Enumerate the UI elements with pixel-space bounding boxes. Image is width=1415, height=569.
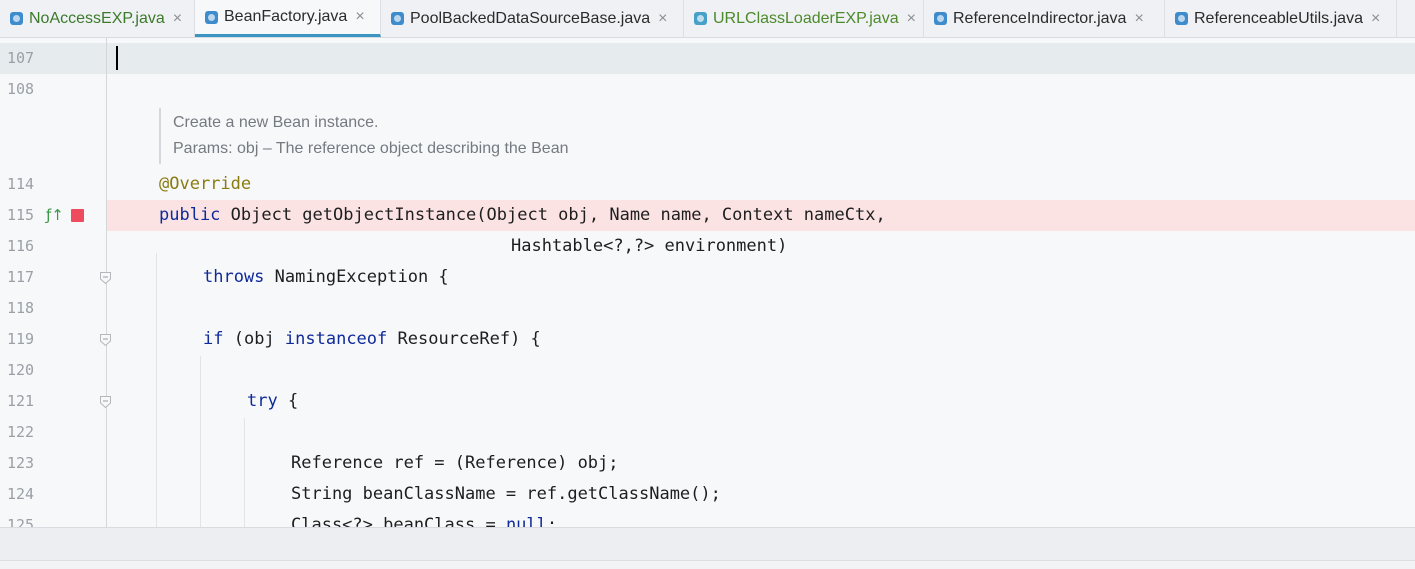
- annotation-override: @Override: [159, 174, 252, 194]
- code-line-117[interactable]: 117 throws NamingException {: [0, 262, 1415, 293]
- code-text: (obj: [223, 329, 285, 349]
- code-line-120[interactable]: 120: [0, 355, 1415, 386]
- line-number: 125: [7, 516, 35, 527]
- java-class-icon: [1175, 12, 1188, 25]
- code-line-116[interactable]: 116 Hashtable<?,?> environment): [0, 231, 1415, 262]
- close-icon[interactable]: ×: [907, 10, 916, 28]
- line-number: 108: [7, 80, 35, 98]
- tab-label: PoolBackedDataSourceBase.java: [410, 9, 651, 27]
- code-text: ResourceRef) {: [387, 329, 541, 349]
- code-line-123[interactable]: 123 Reference ref = (Reference) obj;: [0, 448, 1415, 479]
- tab-poolbackeddatasourcebase[interactable]: PoolBackedDataSourceBase.java ×: [381, 0, 684, 37]
- tab-label: BeanFactory.java: [224, 8, 348, 25]
- throws-clause: throws NamingException {: [203, 262, 449, 293]
- tab-urlclassloaderexp[interactable]: URLClassLoaderEXP.java ×: [684, 0, 924, 37]
- tab-label: ReferenceableUtils.java: [1194, 9, 1363, 27]
- fold-icon[interactable]: [100, 396, 111, 408]
- keyword: null: [505, 515, 547, 527]
- keyword: instanceof: [284, 329, 388, 349]
- status-bar: [0, 560, 1415, 569]
- code-line-124[interactable]: 124 String beanClassName = ref.getClassN…: [0, 479, 1415, 510]
- tab-label: ReferenceIndirector.java: [953, 9, 1127, 27]
- tab-referenceindirector[interactable]: ReferenceIndirector.java ×: [924, 0, 1165, 37]
- tab-referenceableutils[interactable]: ReferenceableUtils.java ×: [1165, 0, 1397, 37]
- code-line-114[interactable]: 114 @Override: [0, 169, 1415, 200]
- tab-label: NoAccessEXP.java: [29, 9, 165, 27]
- close-icon[interactable]: ×: [355, 8, 364, 26]
- code-line-119[interactable]: 119 if (obj instanceof ResourceRef) {: [0, 324, 1415, 355]
- line-number: 123: [7, 454, 35, 472]
- text-caret: [116, 46, 118, 70]
- doc-comment-params: Params: obj – The reference object descr…: [173, 140, 569, 157]
- code-line-108[interactable]: 108: [0, 74, 1415, 105]
- line-number: 107: [7, 49, 35, 67]
- horizontal-scrollbar-area[interactable]: [0, 527, 1415, 560]
- tab-beanfactory[interactable]: BeanFactory.java ×: [195, 0, 381, 37]
- code-text: Reference ref = (Reference) obj;: [291, 453, 619, 473]
- line-number: 115: [7, 206, 35, 224]
- method-signature: public Object getObjectInstance(Object o…: [159, 200, 886, 231]
- code-text: Class<?> beanClass =: [291, 515, 506, 527]
- code-editor[interactable]: 107 108 Create a new Bean instance. Para…: [0, 38, 1415, 527]
- line-number: 121: [7, 392, 35, 410]
- if-statement: if (obj instanceof ResourceRef) {: [203, 324, 541, 355]
- code-line-121[interactable]: 121 try {: [0, 386, 1415, 417]
- code-text: NamingException {: [264, 267, 449, 287]
- code-text: ;: [546, 515, 558, 527]
- indent-guide: [244, 418, 245, 527]
- fold-icon[interactable]: [100, 272, 111, 284]
- keyword: throws: [203, 267, 265, 287]
- tab-noaccessexp[interactable]: NoAccessEXP.java ×: [0, 0, 195, 37]
- breakpoint-icon[interactable]: [71, 209, 84, 222]
- java-class-icon: [205, 10, 218, 24]
- fold-icon[interactable]: [100, 334, 111, 346]
- line-number: 122: [7, 423, 35, 441]
- line-number: 119: [7, 330, 35, 348]
- doc-comment-summary: Create a new Bean instance.: [173, 114, 379, 131]
- line-number: 120: [7, 361, 35, 379]
- close-icon[interactable]: ×: [173, 10, 182, 28]
- close-icon[interactable]: ×: [658, 10, 667, 28]
- indent-guide: [156, 253, 157, 527]
- close-icon[interactable]: ×: [1371, 10, 1380, 28]
- close-icon[interactable]: ×: [1134, 10, 1143, 28]
- code-text: Object getObjectInstance(Object obj, Nam…: [220, 205, 886, 225]
- code-text: {: [277, 391, 299, 411]
- java-class-icon: [391, 12, 404, 25]
- indent-guide: [200, 356, 201, 527]
- code-text: String beanClassName = ref.getClassName(…: [291, 484, 721, 504]
- try-statement: try {: [247, 386, 298, 417]
- java-class-icon: [934, 12, 947, 25]
- rendered-doc-comment[interactable]: Create a new Bean instance. Params: obj …: [159, 108, 661, 164]
- editor-tab-bar: NoAccessEXP.java × BeanFactory.java × Po…: [0, 0, 1415, 38]
- line-number: 118: [7, 299, 35, 317]
- code-line-122[interactable]: 122: [0, 417, 1415, 448]
- line-number: 114: [7, 175, 35, 193]
- java-class-icon: [694, 12, 707, 25]
- keyword: if: [203, 329, 224, 349]
- line-number: 124: [7, 485, 35, 503]
- code-line-125[interactable]: 125 Class<?> beanClass = null;: [0, 510, 1415, 527]
- code-line-118[interactable]: 118: [0, 293, 1415, 324]
- keyword: public: [159, 205, 221, 225]
- java-class-icon: [10, 12, 23, 25]
- variable-declaration: Class<?> beanClass = null;: [291, 510, 557, 527]
- implementing-method-icon[interactable]: ƒ↑: [46, 206, 64, 224]
- code-line-107[interactable]: 107: [0, 43, 1415, 74]
- keyword: try: [247, 391, 278, 411]
- code-line-115[interactable]: 115 ƒ↑ public Object getObjectInstance(O…: [0, 200, 1415, 231]
- code-text: Hashtable<?,?> environment): [511, 236, 788, 256]
- tab-label: URLClassLoaderEXP.java: [713, 9, 899, 27]
- line-number: 117: [7, 268, 35, 286]
- line-number: 116: [7, 237, 35, 255]
